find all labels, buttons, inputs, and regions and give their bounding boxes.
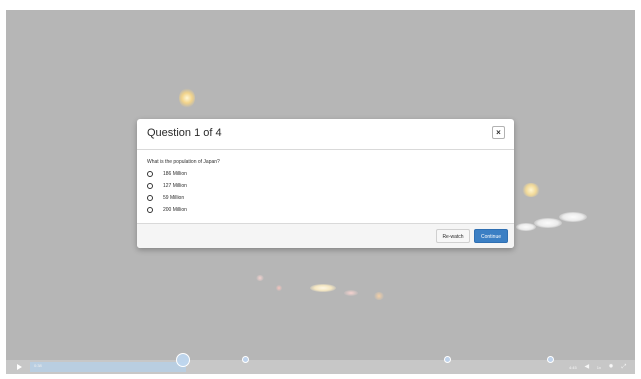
continue-button[interactable]: Continue: [474, 229, 508, 243]
play-button[interactable]: [14, 362, 24, 372]
close-icon: ×: [496, 127, 501, 137]
modal-footer: Re-watch Continue: [137, 223, 514, 248]
play-icon: [16, 364, 22, 370]
modal-body: What is the population of Japan? 186 Mil…: [147, 159, 477, 216]
time-display: 0:38: [34, 363, 42, 368]
bokeh-light: [344, 290, 358, 296]
quiz-marker[interactable]: [444, 356, 451, 363]
bokeh-light: [559, 212, 587, 222]
radio-button[interactable]: [147, 207, 153, 213]
progress-bar[interactable]: [30, 362, 186, 372]
quiz-marker[interactable]: [547, 356, 554, 363]
player-controls: 0:38 4:45 ◀ 1x ✹ ⤢: [6, 353, 635, 374]
bokeh-light: [310, 284, 336, 292]
scrubber-handle[interactable]: [176, 353, 190, 367]
duration-display: 4:45: [568, 364, 577, 370]
option-label: 200 Million: [163, 207, 187, 213]
volume-icon[interactable]: ◀: [584, 364, 590, 370]
answer-option[interactable]: 200 Million: [147, 204, 477, 216]
answer-option[interactable]: 186 Million: [147, 168, 477, 180]
modal-title: Question 1 of 4: [147, 127, 222, 139]
quiz-marker[interactable]: [242, 356, 249, 363]
radio-button[interactable]: [147, 183, 153, 189]
bokeh-light: [516, 223, 536, 231]
speed-button[interactable]: 1x: [597, 365, 601, 370]
bokeh-light: [179, 88, 195, 108]
answer-option[interactable]: 127 Million: [147, 180, 477, 192]
modal-header: Question 1 of 4 ×: [137, 119, 514, 150]
option-label: 127 Million: [163, 183, 187, 189]
bokeh-light: [522, 183, 540, 197]
answer-option[interactable]: 59 Million: [147, 192, 477, 204]
bokeh-light: [374, 292, 384, 300]
bokeh-light: [276, 285, 282, 291]
close-button[interactable]: ×: [492, 126, 505, 139]
right-controls: 4:45 ◀ 1x ✹ ⤢: [569, 362, 627, 372]
gear-icon[interactable]: ✹: [608, 364, 614, 370]
option-label: 59 Million: [163, 195, 185, 201]
radio-button[interactable]: [147, 171, 153, 177]
quiz-modal: Question 1 of 4 × What is the population…: [137, 119, 514, 248]
bokeh-light: [534, 218, 562, 228]
fullscreen-icon[interactable]: ⤢: [621, 364, 627, 370]
radio-button[interactable]: [147, 195, 153, 201]
question-text: What is the population of Japan?: [147, 159, 220, 165]
rewatch-button[interactable]: Re-watch: [436, 229, 470, 243]
option-label: 186 Million: [163, 171, 187, 177]
bokeh-light: [256, 275, 264, 281]
